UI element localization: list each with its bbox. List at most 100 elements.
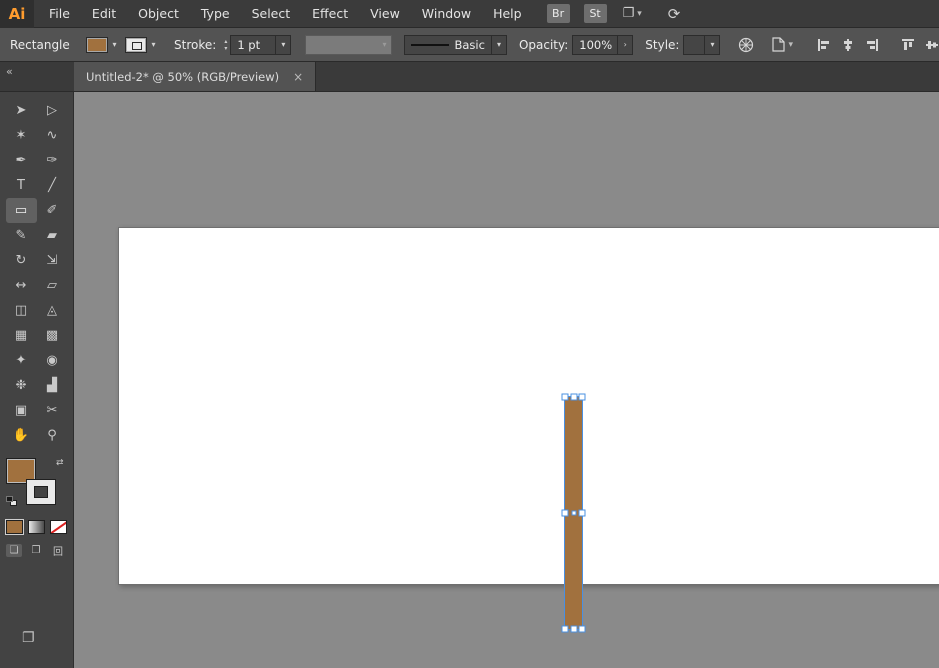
workspace-switcher[interactable]: ❐ ▾ (623, 6, 642, 21)
tool-artboard[interactable]: ▣ (6, 398, 37, 423)
selection-handle[interactable] (570, 626, 577, 633)
tool-free-transform[interactable]: ▱ (37, 273, 68, 298)
stroke-indicator-swatch[interactable] (26, 479, 56, 505)
tool-pencil[interactable]: ✎ (6, 223, 37, 248)
align-top-icon[interactable] (901, 38, 915, 52)
tool-zoom[interactable]: ⚲ (37, 423, 68, 448)
gradient-button[interactable] (28, 520, 45, 534)
document-tab[interactable]: Untitled-2* @ 50% (RGB/Preview) × (74, 62, 316, 91)
tool-rectangle[interactable]: ▭ (6, 198, 37, 223)
menu-effect[interactable]: Effect (301, 0, 359, 28)
tool-symbol-sprayer[interactable]: ❉ (6, 373, 37, 398)
tool-width[interactable]: ↔ (6, 273, 37, 298)
document-setup-icon[interactable]: ▾ (772, 37, 793, 52)
graphic-style-field[interactable] (683, 35, 705, 55)
menu-type[interactable]: Type (190, 0, 241, 28)
selection-handle[interactable] (579, 510, 586, 517)
stroke-weight-label[interactable]: Stroke: (174, 38, 216, 52)
tool-lasso[interactable]: ∿ (37, 123, 68, 148)
chevron-down-icon[interactable]: ▾ (492, 35, 507, 55)
tool-perspective-grid[interactable]: ◬ (37, 298, 68, 323)
align-right-icon[interactable] (865, 38, 879, 52)
stock-button[interactable]: St (584, 4, 607, 23)
screen-mode-icon[interactable]: ❐ (22, 630, 35, 646)
brush-definition-combo[interactable]: Basic ▾ (404, 35, 507, 55)
selection-handle[interactable] (579, 626, 586, 633)
default-fill-stroke-icon[interactable] (6, 496, 18, 508)
tool-shape-builder[interactable]: ◫ (6, 298, 37, 323)
stepper-up-icon[interactable]: ▴ (224, 38, 227, 45)
tool-hand[interactable]: ✋ (6, 423, 37, 448)
tool-curvature[interactable]: ✑ (37, 148, 68, 173)
stroke-weight-stepper[interactable]: ▴ ▾ (224, 38, 227, 52)
tool-line-segment[interactable]: ╱ (37, 173, 68, 198)
selection-handle[interactable] (570, 394, 577, 401)
chevron-down-icon[interactable]: ▾ (108, 37, 121, 53)
none-button[interactable] (50, 520, 67, 534)
menu-window[interactable]: Window (411, 0, 482, 28)
fill-color-combo[interactable]: ▾ (86, 37, 121, 53)
chevron-down-icon: ▾ (378, 37, 391, 53)
menu-view[interactable]: View (359, 0, 411, 28)
tools-panel: ➤ ▷ ✶ ∿ ✒ (0, 92, 74, 668)
selection-handle[interactable] (579, 394, 586, 401)
tool-direct-selection[interactable]: ▷ (37, 98, 68, 123)
opacity-label[interactable]: Opacity: (519, 38, 568, 52)
align-center-icon[interactable] (841, 38, 855, 52)
tool-eyedropper[interactable]: ✦ (6, 348, 37, 373)
close-icon[interactable]: × (293, 70, 303, 84)
chevron-down-icon[interactable]: ▾ (147, 37, 160, 53)
color-button[interactable] (6, 520, 23, 534)
tool-gradient[interactable]: ▩ (37, 323, 68, 348)
selection-handle[interactable] (562, 510, 569, 517)
recolor-artwork-icon[interactable] (738, 37, 754, 53)
tool-paintbrush[interactable]: ✐ (37, 198, 68, 223)
menu-object[interactable]: Object (127, 0, 190, 28)
align-vcenter-icon[interactable] (925, 38, 939, 52)
chevron-down-icon[interactable]: ▾ (705, 35, 720, 55)
width-profile-combo[interactable]: ▾ (305, 35, 392, 55)
stepper-down-icon[interactable]: ▾ (224, 45, 227, 52)
opacity-value[interactable]: 100% (572, 35, 618, 55)
toolbar-collapse-button[interactable]: « (0, 62, 74, 91)
tool-type[interactable]: T (6, 173, 37, 198)
fill-color-swatch[interactable] (86, 37, 108, 53)
graphic-style-combo[interactable]: ▾ (683, 35, 720, 55)
tool-magic-wand[interactable]: ✶ (6, 123, 37, 148)
stroke-color-swatch[interactable] (125, 37, 147, 53)
canvas[interactable] (74, 92, 939, 668)
bridge-button[interactable]: Br (547, 4, 570, 23)
tool-slice[interactable]: ✂ (37, 398, 68, 423)
tool-rotate[interactable]: ↻ (6, 248, 37, 273)
draw-behind-button[interactable]: ❐ (28, 544, 44, 557)
tool-mesh[interactable]: ▦ (6, 323, 37, 348)
graphic-style-label[interactable]: Style: (645, 38, 679, 52)
tool-pen[interactable]: ✒ (6, 148, 37, 173)
tool-scale[interactable]: ⇲ (37, 248, 68, 273)
sync-icon[interactable]: ⟳ (668, 5, 681, 23)
brush-stroke-preview (411, 44, 449, 46)
tool-selection[interactable]: ➤ (6, 98, 37, 123)
stroke-color-combo[interactable]: ▾ (125, 37, 160, 53)
draw-inside-button[interactable]: 回 (50, 544, 66, 557)
chevron-down-icon[interactable]: ▾ (276, 35, 291, 55)
opacity-combo[interactable]: 100% › (572, 35, 633, 55)
artboard[interactable] (118, 227, 939, 585)
align-left-icon[interactable] (817, 38, 831, 52)
selection-center-point[interactable] (571, 511, 576, 516)
panel-arrow-icon[interactable]: › (618, 35, 633, 55)
tool-blend[interactable]: ◉ (37, 348, 68, 373)
tool-eraser[interactable]: ▰ (37, 223, 68, 248)
selection-handle[interactable] (562, 626, 569, 633)
menu-file[interactable]: File (38, 0, 81, 28)
menu-help[interactable]: Help (482, 0, 533, 28)
tool-column-graph[interactable]: ▟ (37, 373, 68, 398)
stroke-weight-combo[interactable]: 1 pt ▾ (230, 35, 291, 55)
swap-fill-stroke-icon[interactable]: ⇄ (56, 458, 64, 468)
brush-definition-field[interactable]: Basic (404, 35, 492, 55)
selection-handle[interactable] (562, 394, 569, 401)
stroke-weight-value[interactable]: 1 pt (230, 35, 276, 55)
menu-select[interactable]: Select (241, 0, 302, 28)
menu-edit[interactable]: Edit (81, 0, 127, 28)
draw-normal-button[interactable]: ❏ (6, 544, 22, 557)
